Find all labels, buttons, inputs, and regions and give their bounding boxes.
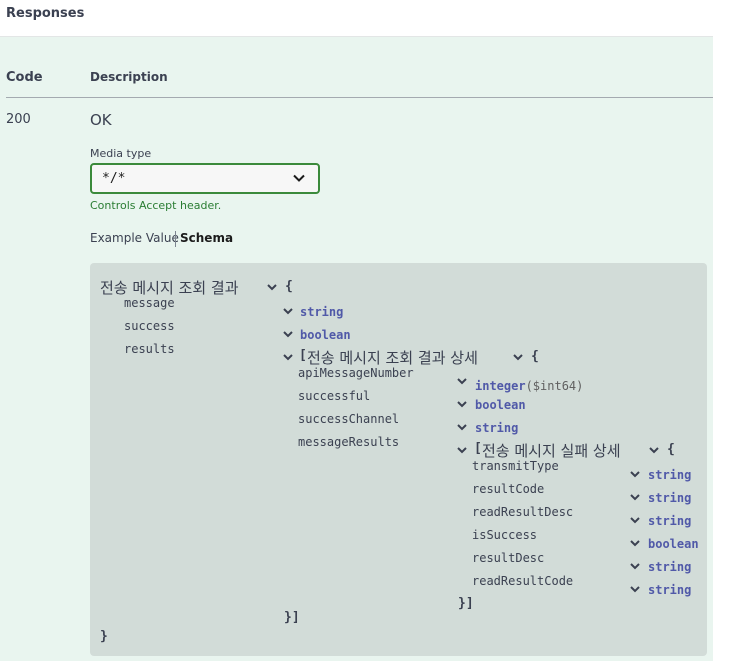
description-column-header: Description [90,70,168,84]
tab-example-value[interactable]: Example Value [90,231,179,245]
accept-header-note: Controls Accept header. [90,199,222,212]
root-open-brace: { [285,279,293,294]
field-type: string [648,514,692,528]
results-close: }] [284,610,300,625]
chevron-down-icon[interactable] [512,351,524,363]
failure-model-title[interactable]: 전송 메시지 실패 상세 [482,440,621,461]
chevron-down-icon[interactable] [282,351,294,363]
field-type: string [648,560,692,574]
field-name: successful [298,389,371,403]
media-type-value: */* [102,171,126,186]
chevron-down-icon[interactable] [629,560,641,572]
failure-close: }] [458,596,474,611]
field-type: boolean [475,398,526,412]
field-type: string [300,305,344,319]
response-code: 200 [6,112,31,127]
field-name: resultDesc [472,551,545,565]
code-column-header: Code [6,70,43,85]
chevron-down-icon[interactable] [629,491,641,503]
results-open-bracket: [ [299,348,307,363]
field-name: transmitType [472,459,559,473]
chevron-down-icon[interactable] [456,444,468,456]
chevron-down-icon[interactable] [456,421,468,433]
field-format: ($int64) [525,379,584,393]
field-type: string [648,468,692,482]
results-open-brace: { [531,349,539,364]
field-type: string [648,491,692,505]
field-name: readResultDesc [472,505,574,519]
root-model-title[interactable]: 전송 메시지 조회 결과 [100,277,239,298]
responses-title: Responses [6,6,85,21]
root-close-brace: } [100,629,108,644]
field-name: apiMessageNumber [298,366,414,380]
media-type-select[interactable]: */* [90,163,320,194]
media-type-label: Media type [90,147,152,160]
failure-open-bracket: [ [474,441,482,456]
field-type: string [648,583,692,597]
field-type: boolean [300,328,351,342]
chevron-down-icon[interactable] [282,328,294,340]
chevron-down-icon[interactable] [629,537,641,549]
chevron-down-icon[interactable] [266,281,278,293]
chevron-down-icon[interactable] [456,375,468,387]
field-type-with-format: integer($int64) [475,375,583,394]
response-description: OK [90,111,112,129]
field-name: messageResults [298,435,400,449]
field-type: boolean [648,537,699,551]
field-name: successChannel [298,412,400,426]
chevron-down-icon[interactable] [629,468,641,480]
field-name: message [124,296,175,310]
chevron-down-icon[interactable] [629,514,641,526]
field-name: results [124,342,175,356]
chevron-down-icon [292,171,306,185]
field-type: string [475,421,519,435]
chevron-down-icon[interactable] [282,305,294,317]
field-name: isSuccess [472,528,538,542]
responses-header: Responses [0,0,713,37]
chevron-down-icon[interactable] [648,444,660,456]
header-divider [6,97,713,98]
field-name: readResultCode [472,574,574,588]
field-name: resultCode [472,482,545,496]
tab-separator [175,231,176,247]
results-model-title[interactable]: 전송 메시지 조회 결과 상세 [307,347,478,368]
chevron-down-icon[interactable] [629,583,641,595]
tab-schema[interactable]: Schema [180,231,233,245]
failure-open-brace: { [667,442,675,457]
field-name: success [124,319,175,333]
field-type: integer [475,379,526,393]
chevron-down-icon[interactable] [456,398,468,410]
